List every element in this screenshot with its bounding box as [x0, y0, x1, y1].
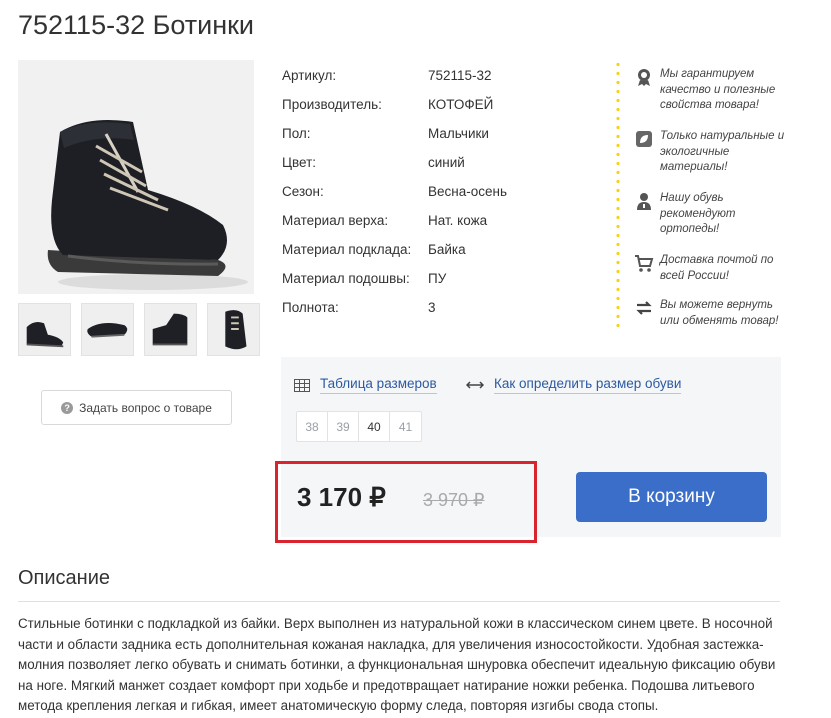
guarantee-text: Вы можете вернуть или обменять товар!	[660, 299, 779, 327]
dotted-divider	[616, 60, 620, 332]
size-option[interactable]: 39	[328, 412, 359, 441]
guarantee-text: Доставка почтой по всей России!	[660, 254, 774, 282]
property-row: Сезон: Весна-осень	[282, 177, 578, 206]
property-value: Мальчики	[428, 126, 489, 141]
property-label: Материал подклада:	[282, 242, 412, 257]
thumbnail-4[interactable]	[207, 303, 260, 356]
description-divider	[18, 601, 780, 602]
size-option[interactable]: 41	[390, 412, 421, 441]
size-table-link[interactable]: Таблица размеров	[294, 376, 437, 394]
property-value: Весна-осень	[428, 184, 507, 199]
property-value: Байка	[428, 242, 466, 257]
property-label: Полнота:	[282, 300, 339, 315]
description-title: Описание	[18, 567, 111, 589]
ribbon-icon	[634, 67, 654, 87]
property-label: Пол:	[282, 126, 311, 141]
description-text: Стильные ботинки с подкладкой из байки. …	[18, 616, 776, 713]
guarantee-item: Вы можете вернуть или обменять товар!	[634, 298, 795, 329]
guarantee-item: Доставка почтой по всей России!	[634, 253, 795, 284]
property-row: Производитель: КОТОФЕЙ	[282, 90, 578, 119]
property-row: Материал подошвы: ПУ	[282, 264, 578, 293]
property-value: Нат. кожа	[428, 213, 488, 228]
doctor-icon	[634, 191, 654, 211]
size-howto-link[interactable]: Как определить размер обуви	[466, 376, 682, 394]
boot-image	[18, 60, 254, 294]
property-value: 3	[428, 300, 436, 315]
ask-question-label: Задать вопрос о товаре	[79, 400, 212, 415]
property-value: ПУ	[428, 271, 447, 286]
thumbnail-2[interactable]	[81, 303, 134, 356]
guarantee-item: Только натуральные и экологичные материа…	[634, 129, 795, 176]
guarantees-panel: Мы гарантируем качество и полезные свойс…	[616, 60, 806, 332]
guarantee-item: Мы гарантируем качество и полезные свойс…	[634, 67, 795, 114]
arrows-horizontal-icon	[466, 380, 484, 390]
property-value: КОТОФЕЙ	[428, 97, 494, 112]
leaf-icon	[634, 129, 654, 149]
size-table-label: Таблица размеров	[320, 376, 437, 394]
size-selector-panel: Таблица размеров Как определить размер о…	[281, 357, 781, 457]
size-howto-label: Как определить размер обуви	[494, 376, 682, 394]
property-label: Сезон:	[282, 184, 324, 199]
product-properties: Артикул: 752115-32 Производитель: КОТОФЕЙ …	[282, 61, 578, 322]
property-value: 752115-32	[428, 68, 492, 83]
property-row: Материал подклада: Байка	[282, 235, 578, 264]
thumbnail-1[interactable]	[18, 303, 71, 356]
property-value: синий	[428, 155, 465, 170]
guarantee-text: Нашу обувь рекомендуют ортопеды!	[660, 192, 736, 235]
page-title: 752115-32 Ботинки	[18, 10, 255, 40]
guarantee-text: Только натуральные и экологичные материа…	[660, 130, 785, 173]
thumbnail-strip	[18, 303, 260, 356]
cart-icon	[634, 253, 654, 273]
ask-question-button[interactable]: ? Задать вопрос о товаре	[41, 390, 232, 425]
size-option[interactable]: 38	[297, 412, 328, 441]
property-row: Пол: Мальчики	[282, 119, 578, 148]
property-label: Цвет:	[282, 155, 317, 170]
guarantee-text: Мы гарантируем качество и полезные свойс…	[660, 68, 776, 111]
add-to-cart-button[interactable]: В корзину	[576, 472, 767, 522]
property-row: Артикул: 752115-32	[282, 61, 578, 90]
table-icon	[294, 378, 310, 392]
property-row: Полнота: 3	[282, 293, 578, 322]
size-option-selected[interactable]: 40	[359, 412, 390, 441]
exchange-icon	[634, 298, 654, 318]
property-row: Материал верха: Нат. кожа	[282, 206, 578, 235]
thumbnail-3[interactable]	[144, 303, 197, 356]
old-price: 3 970 ₽	[423, 490, 485, 510]
property-label: Производитель:	[282, 97, 382, 112]
property-label: Материал подошвы:	[282, 271, 410, 286]
current-price: 3 170 ₽	[297, 482, 386, 512]
question-icon: ?	[61, 401, 74, 414]
main-product-image[interactable]	[18, 60, 254, 294]
property-label: Артикул:	[282, 68, 337, 83]
guarantee-item: Нашу обувь рекомендуют ортопеды!	[634, 191, 795, 238]
size-options: 38 39 40 41	[296, 411, 422, 442]
property-label: Материал верха:	[282, 213, 389, 228]
property-row: Цвет: синий	[282, 148, 578, 177]
